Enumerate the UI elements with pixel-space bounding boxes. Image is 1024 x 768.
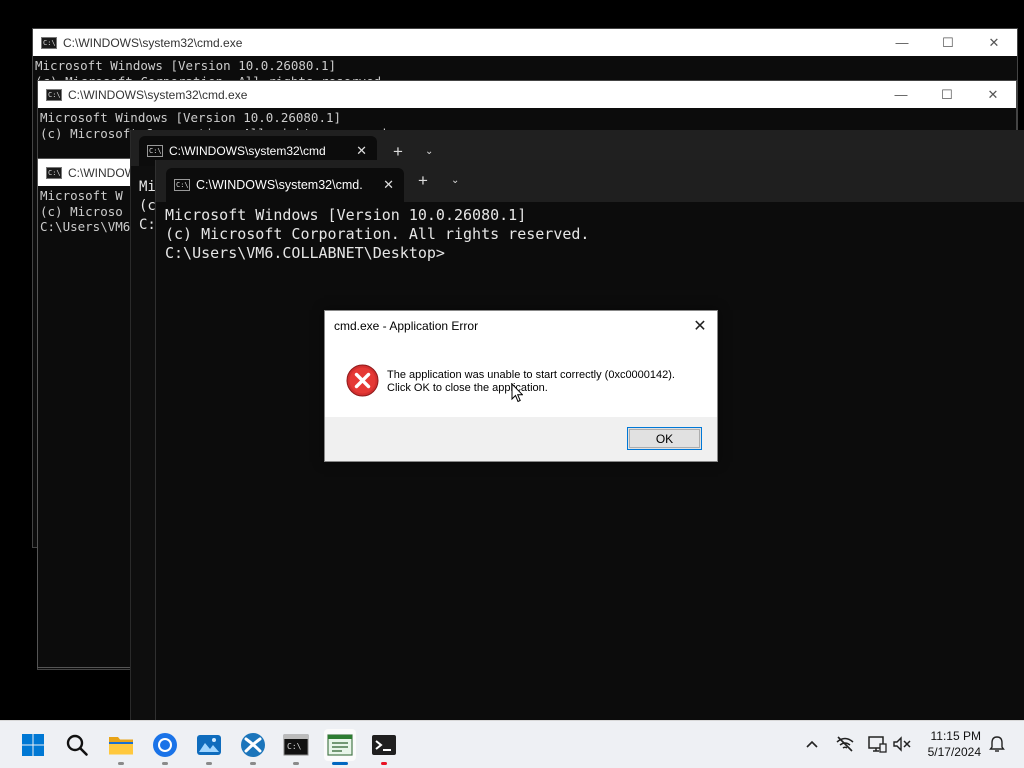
terminal-button[interactable] bbox=[368, 729, 400, 765]
tab-cmd-active[interactable]: C:\ C:\WINDOWS\system32\cmd. ✕ bbox=[166, 168, 404, 202]
tab-title: C:\WINDOWS\system32\cmd bbox=[169, 144, 326, 158]
file-explorer-icon bbox=[109, 737, 133, 755]
cmd-icon: C:\ bbox=[41, 36, 57, 49]
cmd-icon: C:\ bbox=[147, 145, 163, 157]
chevron-up-icon bbox=[806, 740, 818, 748]
minimize-button[interactable]: — bbox=[879, 29, 925, 56]
network-off-icon bbox=[836, 736, 854, 752]
cmd-icon: C:\ bbox=[46, 88, 62, 101]
network-button[interactable] bbox=[834, 733, 856, 755]
bell-icon bbox=[989, 736, 1005, 752]
start-button[interactable] bbox=[17, 729, 49, 761]
error-icon bbox=[346, 364, 379, 397]
photos-icon bbox=[197, 735, 221, 755]
console-line: Microsoft Windows [Version 10.0.26080.1] bbox=[40, 110, 342, 125]
dialog-title: cmd.exe - Application Error bbox=[334, 319, 479, 333]
volume-muted-icon bbox=[893, 736, 911, 752]
mouse-cursor-icon bbox=[511, 383, 523, 403]
console-prompt: C:\Users\VM6.COLLABNET\Desktop> bbox=[165, 244, 445, 262]
console-line: Microsoft Windows [Version 10.0.26080.1] bbox=[165, 206, 527, 224]
notepad-icon bbox=[327, 734, 353, 756]
tab-close-button[interactable]: ✕ bbox=[383, 177, 394, 193]
error-message-line: The application was unable to start corr… bbox=[387, 369, 675, 381]
tab-close-button[interactable]: ✕ bbox=[356, 143, 367, 159]
clock-date: 5/17/2024 bbox=[927, 745, 981, 759]
xbox-button[interactable] bbox=[237, 729, 269, 765]
clock[interactable]: 11:15 PM 5/17/2024 bbox=[928, 728, 981, 760]
minimize-button[interactable]: — bbox=[878, 81, 924, 108]
terminal-icon bbox=[372, 735, 396, 755]
active-indicator bbox=[332, 762, 348, 765]
error-message: The application was unable to start corr… bbox=[387, 369, 675, 395]
title-bar[interactable]: C:\ C:\WINDOWS\system32\cmd.exe bbox=[33, 29, 1017, 56]
window-title: C:\WINDOWS\system32\cmd.exe bbox=[63, 35, 243, 50]
window-title: C:\WINDOWS\system32\cmd.exe bbox=[68, 87, 248, 102]
svg-text:C:\: C:\ bbox=[287, 742, 302, 751]
cmd-icon: C:\ bbox=[174, 179, 190, 191]
close-button[interactable]: ✕ bbox=[971, 29, 1017, 56]
console-line: Microsoft Windows [Version 10.0.26080.1] bbox=[35, 58, 337, 73]
maximize-button[interactable]: ☐ bbox=[925, 29, 971, 56]
display-icon bbox=[868, 736, 887, 753]
error-message-line: Click OK to close the application. bbox=[387, 382, 548, 394]
tab-bar: C:\ C:\WINDOWS\system32\cmd. ✕ + ⌄ bbox=[156, 160, 1024, 202]
new-tab-button[interactable]: + bbox=[393, 142, 403, 162]
search-icon bbox=[66, 734, 88, 756]
search-button[interactable] bbox=[61, 729, 93, 761]
notifications-button[interactable] bbox=[986, 733, 1008, 755]
notepad-button[interactable] bbox=[324, 729, 356, 765]
running-indicator bbox=[206, 762, 212, 765]
ok-button[interactable]: OK bbox=[627, 427, 702, 450]
chrome-icon bbox=[153, 733, 177, 757]
file-explorer-button[interactable] bbox=[105, 729, 137, 765]
running-indicator bbox=[118, 762, 124, 765]
xbox-icon bbox=[241, 733, 265, 757]
running-indicator bbox=[250, 762, 256, 765]
new-tab-button[interactable]: + bbox=[418, 171, 428, 191]
tab-dropdown-button[interactable]: ⌄ bbox=[451, 175, 459, 186]
console-line: (c) Microsoft Corporation. All rights re… bbox=[165, 225, 590, 243]
attention-indicator bbox=[381, 762, 387, 765]
display-button[interactable] bbox=[866, 733, 888, 755]
cmd-button[interactable]: C:\ bbox=[280, 729, 312, 765]
maximize-button[interactable]: ☐ bbox=[924, 81, 970, 108]
volume-button[interactable] bbox=[891, 733, 913, 755]
clock-time: 11:15 PM bbox=[930, 729, 981, 743]
tab-dropdown-button[interactable]: ⌄ bbox=[425, 146, 433, 157]
title-bar[interactable]: C:\ C:\WINDOWS\system32\cmd.exe bbox=[38, 81, 1016, 108]
start-icon bbox=[22, 734, 44, 756]
dialog-body: The application was unable to start corr… bbox=[325, 341, 717, 419]
taskbar: C:\ 11:15 PM 5/17/2024 bbox=[0, 720, 1024, 768]
close-button[interactable]: ✕ bbox=[970, 81, 1016, 108]
tab-title: C:\WINDOWS\system32\cmd. bbox=[196, 178, 363, 192]
photos-button[interactable] bbox=[193, 729, 225, 765]
dialog-footer: OK bbox=[325, 417, 717, 461]
chrome-button[interactable] bbox=[149, 729, 181, 765]
cmd-icon: C:\ bbox=[283, 734, 309, 756]
running-indicator bbox=[293, 762, 299, 765]
show-hidden-icons-button[interactable] bbox=[801, 733, 823, 755]
dialog-close-button[interactable]: ✕ bbox=[689, 315, 711, 337]
running-indicator bbox=[162, 762, 168, 765]
cmd-icon: C:\ bbox=[46, 166, 62, 179]
